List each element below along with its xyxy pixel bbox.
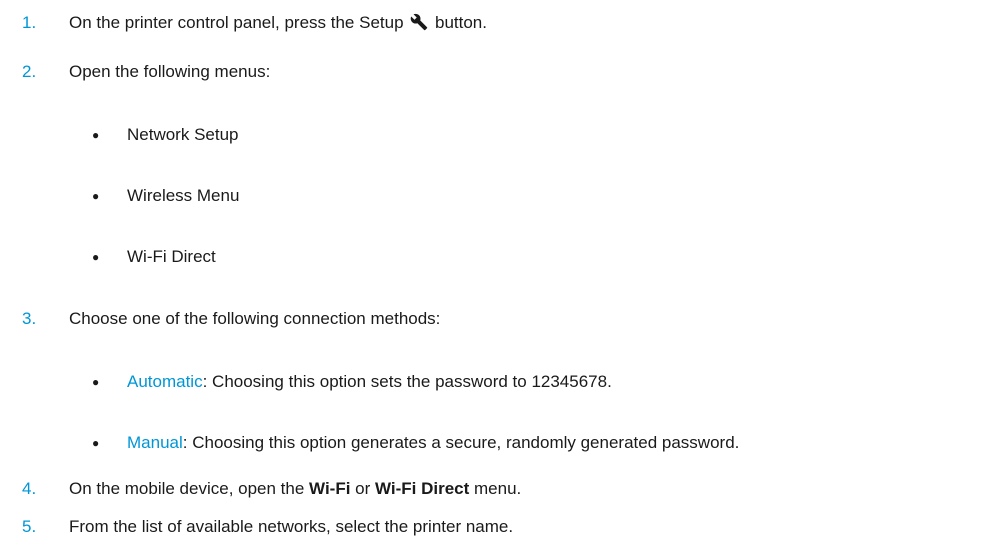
wifi-direct-menu-name: Wi-Fi Direct — [375, 479, 470, 498]
bullet-icon: ● — [92, 250, 100, 264]
step-number: 5. — [22, 517, 37, 536]
step-text-part: menu. — [469, 479, 522, 498]
step-text: On the mobile device, open the Wi-Fi or … — [69, 478, 521, 500]
bullet-text: Manual: Choosing this option generates a… — [127, 432, 739, 454]
instructions-document: 1. On the printer control panel, press t… — [0, 0, 984, 543]
bullet-icon: ● — [92, 436, 100, 450]
automatic-link[interactable]: Automatic — [127, 372, 203, 391]
bullet-text: Wi-Fi Direct — [127, 247, 216, 266]
step-text-part: or — [350, 479, 375, 498]
bullet-text: Wireless Menu — [127, 186, 240, 205]
step-text: From the list of available networks, sel… — [69, 517, 514, 536]
step-number: 1. — [22, 13, 37, 32]
bullet-icon: ● — [92, 128, 100, 142]
step-text-part: On the printer control panel, press the … — [69, 13, 409, 32]
step-text: Choose one of the following connection m… — [69, 309, 441, 328]
step-text: On the printer control panel, press the … — [69, 12, 487, 34]
bullet-text: Automatic: Choosing this option sets the… — [127, 371, 612, 393]
step-number: 2. — [22, 62, 37, 81]
bullet-text: Network Setup — [127, 125, 239, 144]
wrench-icon — [410, 13, 428, 31]
step-text-part: On the mobile device, open the — [69, 479, 310, 498]
step-number: 3. — [22, 309, 37, 328]
manual-link[interactable]: Manual — [127, 433, 183, 452]
step-number: 4. — [22, 479, 37, 498]
wifi-menu-name: Wi-Fi — [309, 479, 351, 498]
bullet-description: : Choosing this option generates a secur… — [182, 433, 740, 452]
bullet-icon: ● — [92, 375, 100, 389]
bullet-description: : Choosing this option sets the password… — [202, 372, 612, 391]
step-text-part: button. — [430, 13, 487, 32]
step-text: Open the following menus: — [69, 62, 271, 81]
bullet-icon: ● — [92, 189, 100, 203]
